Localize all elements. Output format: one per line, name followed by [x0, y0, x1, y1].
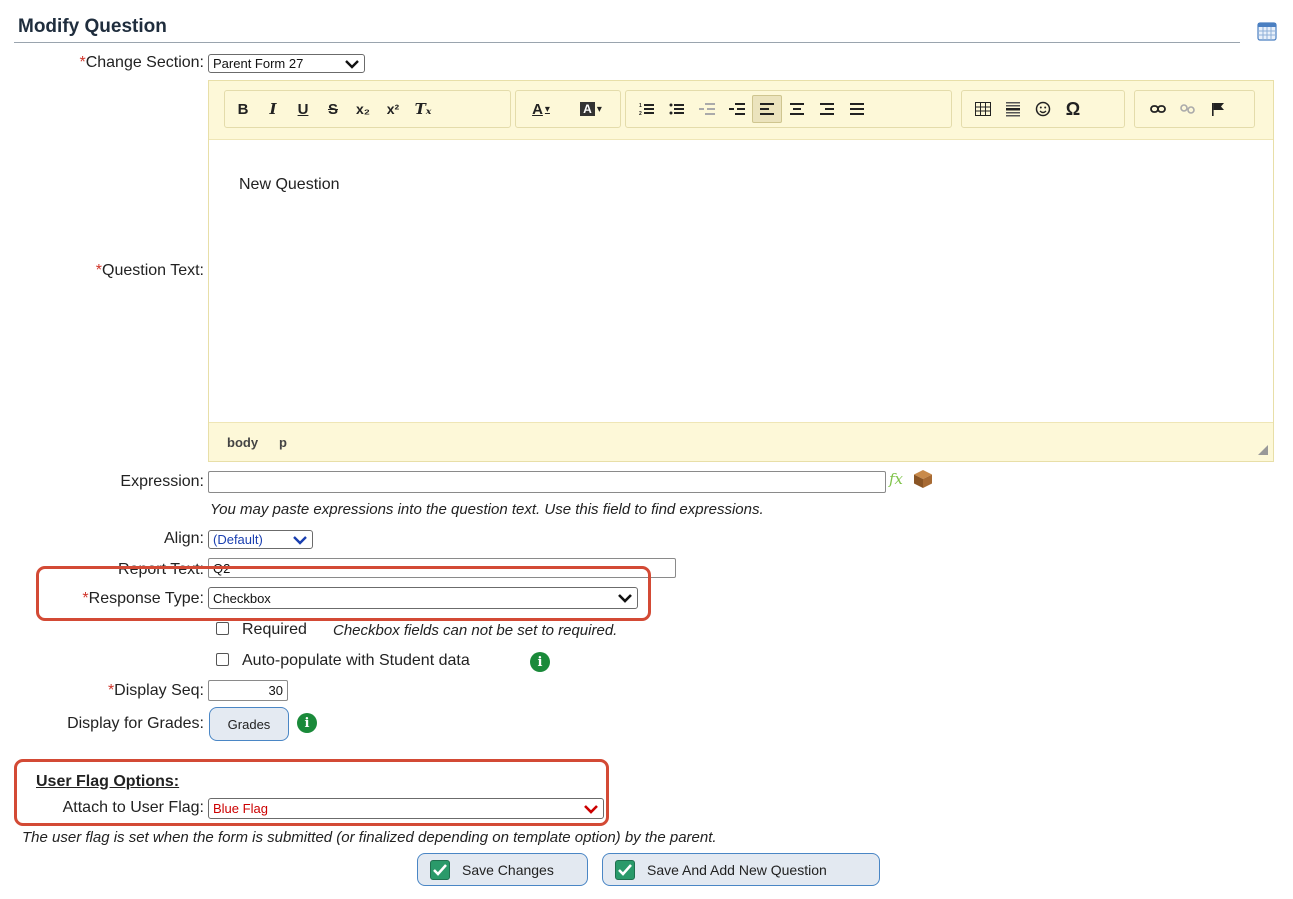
response-type-highlight [36, 566, 651, 621]
italic-button[interactable]: I [258, 95, 288, 123]
required-label: Required [242, 621, 307, 638]
subscript-button[interactable]: x₂ [348, 95, 378, 123]
align-center-icon[interactable] [782, 95, 812, 123]
strikethrough-button[interactable]: S [318, 95, 348, 123]
user-flag-highlight [14, 759, 609, 826]
link-icon[interactable] [1143, 95, 1173, 123]
toolbar-group-insert: Ω [961, 90, 1125, 128]
user-flag-hint: The user flag is set when the form is su… [22, 829, 717, 846]
display-seq-label-text: Display Seq: [114, 682, 204, 699]
toolbar-group-colors: A ▾ A ▾ [515, 90, 621, 128]
save-changes-label: Save Changes [462, 861, 554, 878]
align-value: (Default) [213, 532, 263, 547]
toolbar-group-basic: B I U S x₂ x² Tₓ [224, 90, 511, 128]
background-color-button[interactable]: A ▾ [566, 95, 616, 123]
path-element-body[interactable]: body [227, 435, 258, 450]
underline-button[interactable]: U [288, 95, 318, 123]
path-element-p[interactable]: p [279, 435, 287, 450]
save-changes-button[interactable]: Save Changes [417, 853, 588, 886]
horizontal-rule-icon[interactable] [998, 95, 1028, 123]
svg-text:1: 1 [639, 103, 642, 109]
display-for-grades-label: Display for Grades: [67, 715, 204, 732]
align-right-icon[interactable] [812, 95, 842, 123]
toolbar-group-paragraph: 12 [625, 90, 952, 128]
auto-populate-checkbox[interactable] [216, 653, 229, 666]
required-hint: Checkbox fields can not be set to requir… [333, 622, 618, 639]
save-and-add-new-question-button[interactable]: Save And Add New Question [602, 853, 880, 886]
editor-statusbar: body p [209, 422, 1273, 461]
unlink-icon[interactable] [1173, 95, 1203, 123]
align-justify-icon[interactable] [842, 95, 872, 123]
checkmark-icon [430, 859, 450, 880]
checkmark-icon [615, 859, 635, 880]
question-text-content[interactable]: New Question [239, 176, 340, 194]
bulleted-list-icon[interactable] [662, 95, 692, 123]
expression-input[interactable] [208, 471, 886, 493]
smiley-icon[interactable] [1028, 95, 1058, 123]
text-color-icon: A [532, 100, 543, 118]
special-character-button[interactable]: Ω [1058, 95, 1088, 123]
numbered-list-icon[interactable]: 12 [632, 95, 662, 123]
change-section-label: *Change Section: [40, 54, 204, 72]
grades-button[interactable]: Grades [209, 707, 289, 741]
text-color-button[interactable]: A ▾ [516, 95, 566, 123]
editor-toolbar: B I U S x₂ x² Tₓ A ▾ A ▾ 12 Ω [209, 81, 1273, 140]
align-select[interactable]: (Default) [208, 530, 313, 549]
display-seq-label: *Display Seq: [40, 682, 204, 700]
dropdown-arrow-icon: ▾ [596, 103, 602, 115]
resize-handle-icon[interactable] [1258, 445, 1268, 455]
info-icon[interactable]: i [530, 652, 550, 672]
question-text-label: *Question Text: [40, 262, 204, 280]
expression-hint: You may paste expressions into the quest… [210, 501, 764, 518]
required-checkbox[interactable] [216, 622, 229, 635]
calendar-icon[interactable] [1257, 21, 1277, 41]
function-fx-icon[interactable]: fx [889, 470, 903, 488]
anchor-flag-icon[interactable] [1203, 95, 1233, 123]
change-section-label-text: Change Section: [85, 54, 204, 71]
page-title: Modify Question [18, 16, 167, 37]
auto-populate-label: Auto-populate with Student data [242, 652, 470, 669]
chevron-down-icon [293, 535, 307, 545]
remove-format-button[interactable]: Tₓ [408, 95, 438, 123]
question-text-label-text: Question Text: [102, 262, 204, 279]
dropdown-arrow-icon: ▾ [544, 103, 550, 115]
save-and-add-label: Save And Add New Question [647, 861, 827, 878]
question-text-editor: B I U S x₂ x² Tₓ A ▾ A ▾ 12 Ω New Questi… [208, 80, 1274, 462]
expression-label: Expression: [120, 473, 204, 490]
editor-content-area[interactable]: New Question [209, 140, 1273, 423]
align-left-icon[interactable] [752, 95, 782, 123]
change-section-value: Parent Form 27 [213, 56, 304, 71]
display-seq-input[interactable] [208, 680, 288, 701]
svg-text:2: 2 [639, 111, 642, 116]
table-icon[interactable] [968, 95, 998, 123]
outdent-icon[interactable] [692, 95, 722, 123]
align-label: Align: [163, 530, 204, 547]
title-divider [14, 42, 1240, 43]
chevron-down-icon [345, 59, 359, 69]
indent-icon[interactable] [722, 95, 752, 123]
toolbar-group-links [1134, 90, 1255, 128]
change-section-select[interactable]: Parent Form 27 [208, 54, 365, 73]
background-color-icon: A [580, 102, 595, 116]
bold-button[interactable]: B [228, 95, 258, 123]
superscript-button[interactable]: x² [378, 95, 408, 123]
info-icon[interactable]: i [297, 713, 317, 733]
box-icon[interactable] [913, 469, 933, 489]
